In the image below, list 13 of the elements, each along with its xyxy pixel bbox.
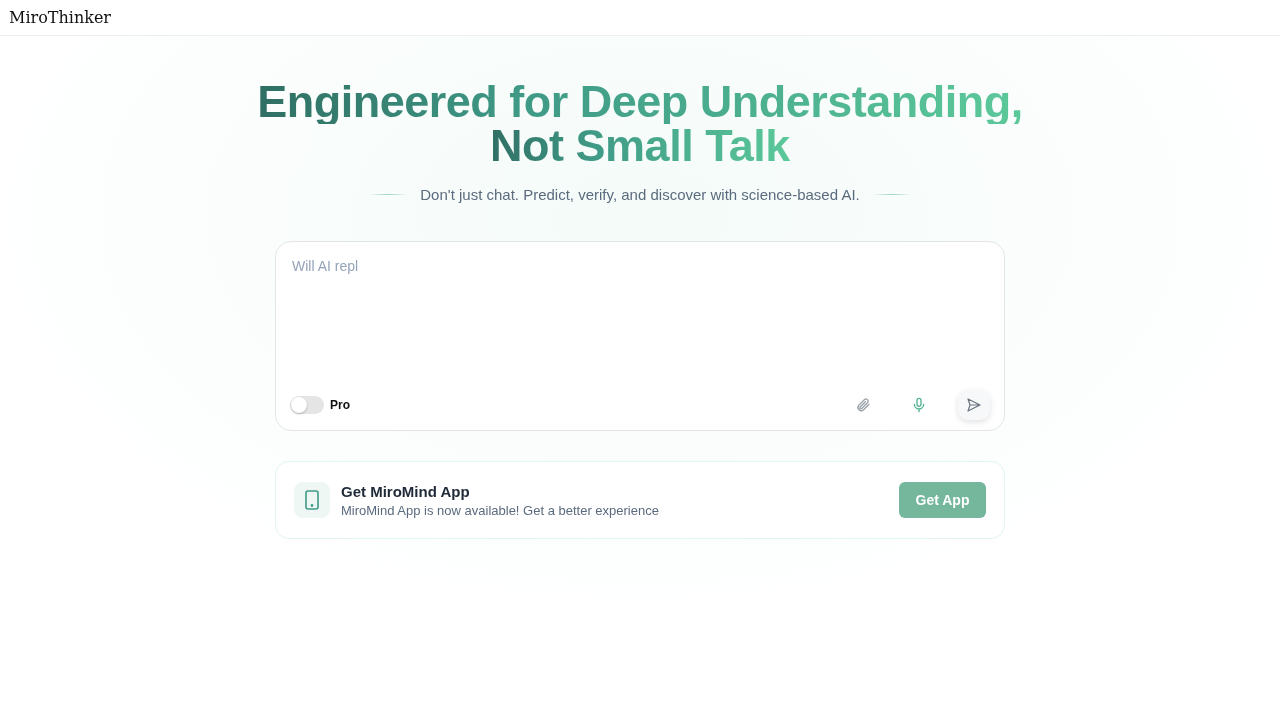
send-icon	[966, 397, 982, 413]
banner-description: MiroMind App is now available! Get a better experience	[341, 502, 659, 518]
banner-title: Get MiroMind App	[341, 482, 471, 500]
prompt-box[interactable]: Will AI repl Pro	[275, 241, 1005, 431]
app-logo: MiroThinker	[9, 8, 111, 27]
paperclip-icon	[855, 397, 871, 413]
subtitle: Don't just chat. Predict, verify, and discover with science-based AI.	[420, 186, 860, 203]
phone-icon	[294, 482, 330, 518]
pro-toggle[interactable]	[290, 396, 324, 414]
pro-label: Pro	[330, 398, 350, 412]
send-button[interactable]	[958, 390, 990, 420]
prompt-field[interactable]: Will AI repl	[290, 256, 990, 390]
microphone-icon	[911, 397, 927, 413]
